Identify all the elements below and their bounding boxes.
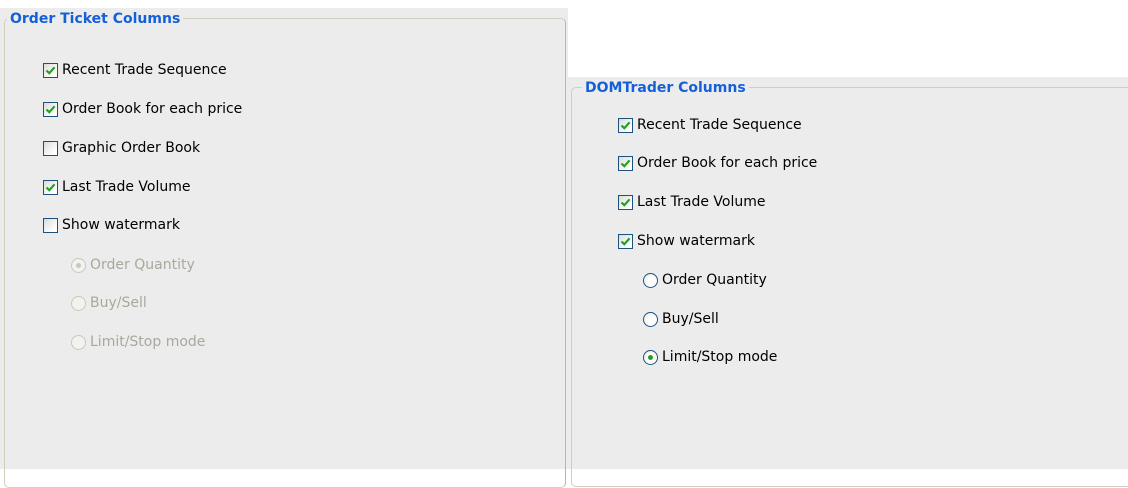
checkbox-unchecked-icon: [43, 217, 58, 233]
order-ticket-panel: Order Ticket Columns Recent Trade Sequen…: [0, 8, 569, 488]
radio-unselected-icon: [71, 334, 86, 350]
radio-unselected-icon: [643, 311, 658, 327]
checkbox-checked-icon: [618, 117, 633, 133]
radio-unselected-icon: [71, 295, 86, 311]
order-ticket-columns-title: Order Ticket Columns: [7, 10, 184, 28]
domtrader-panel: DOMTrader Columns Recent Trade Sequence …: [568, 77, 1128, 487]
checkbox-checked-icon: [618, 194, 633, 210]
checkbox-checked-icon: [618, 233, 633, 249]
checkbox-unchecked-icon: [43, 140, 58, 156]
ot-order-quantity-radio[interactable]: Order Quantity: [71, 255, 195, 275]
domtrader-columns-group: DOMTrader Columns Recent Trade Sequence …: [571, 79, 1128, 487]
ot-recent-trade-sequence-checkbox[interactable]: Recent Trade Sequence: [43, 60, 227, 80]
dom-buy-sell-radio[interactable]: Buy/Sell: [643, 309, 719, 329]
ot-buy-sell-radio[interactable]: Buy/Sell: [71, 293, 147, 313]
dom-order-quantity-radio[interactable]: Order Quantity: [643, 270, 767, 290]
dom-last-trade-volume-checkbox[interactable]: Last Trade Volume: [618, 192, 765, 212]
dom-order-book-each-price-checkbox[interactable]: Order Book for each price: [618, 153, 817, 173]
dom-recent-trade-sequence-checkbox[interactable]: Recent Trade Sequence: [618, 115, 802, 135]
radio-unselected-icon: [643, 272, 658, 288]
domtrader-columns-title: DOMTrader Columns: [582, 79, 749, 97]
ot-show-watermark-checkbox[interactable]: Show watermark: [43, 215, 180, 235]
ot-limit-stop-mode-radio[interactable]: Limit/Stop mode: [71, 332, 205, 352]
radio-selected-icon: [643, 349, 658, 365]
radio-selected-icon: [71, 257, 86, 273]
ot-graphic-order-book-checkbox[interactable]: Graphic Order Book: [43, 138, 200, 158]
ot-last-trade-volume-checkbox[interactable]: Last Trade Volume: [43, 177, 190, 197]
order-ticket-columns-group: Order Ticket Columns Recent Trade Sequen…: [4, 10, 566, 488]
checkbox-checked-icon: [43, 62, 58, 78]
checkbox-checked-icon: [618, 155, 633, 171]
dom-limit-stop-mode-radio[interactable]: Limit/Stop mode: [643, 347, 777, 367]
checkbox-checked-icon: [43, 179, 58, 195]
checkbox-checked-icon: [43, 101, 58, 117]
dom-show-watermark-checkbox[interactable]: Show watermark: [618, 231, 755, 251]
ot-order-book-each-price-checkbox[interactable]: Order Book for each price: [43, 99, 242, 119]
